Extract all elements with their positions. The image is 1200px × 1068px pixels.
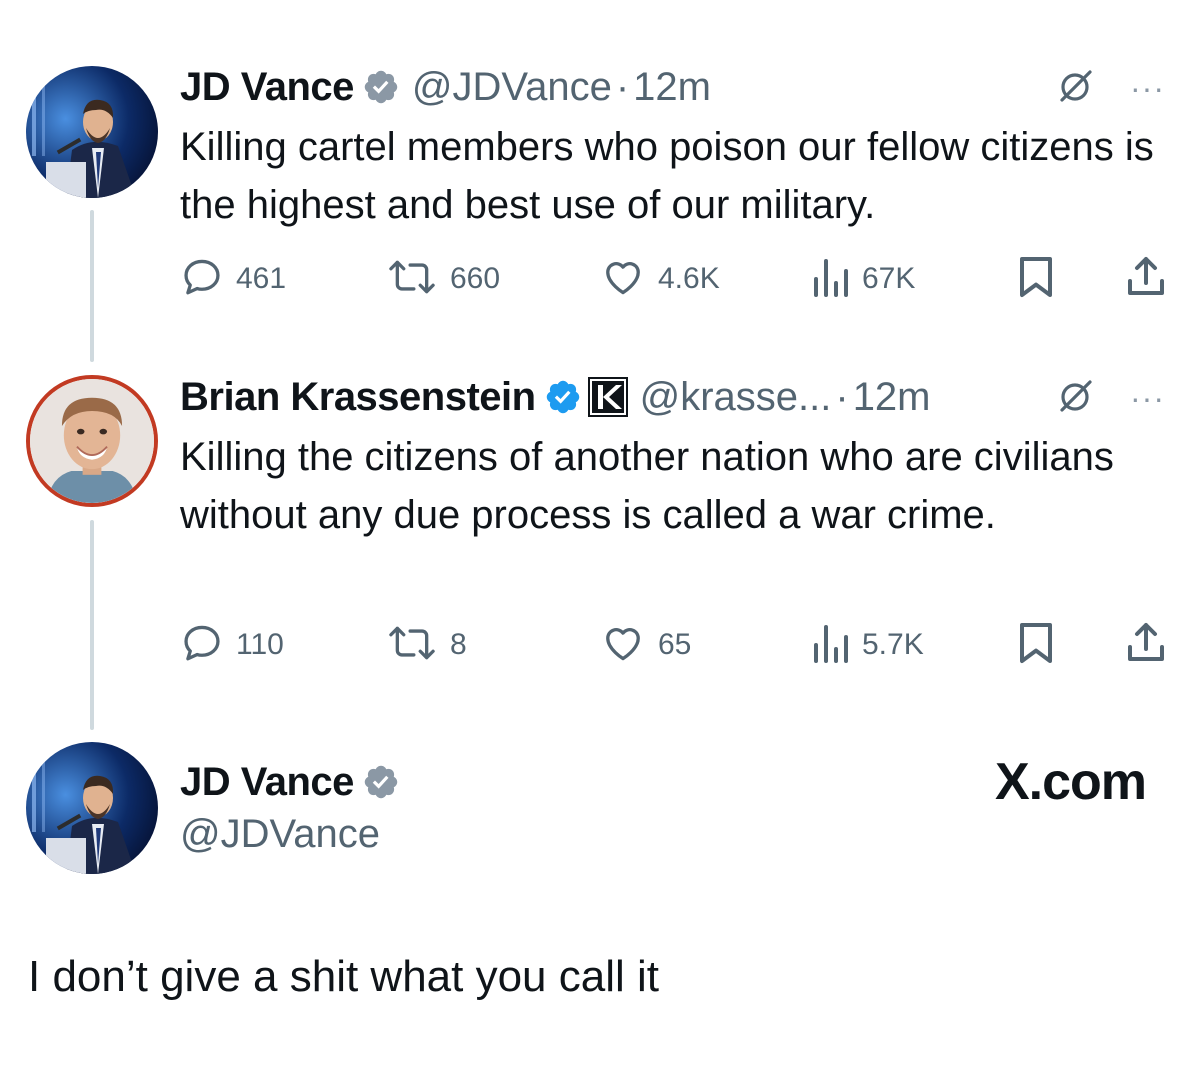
tweet-header: Brian Krassenstein @krasse... · 12m xyxy=(180,372,931,422)
views-count: 67K xyxy=(862,262,916,295)
like-button[interactable]: 65 xyxy=(600,620,691,670)
tweet-header: JD Vance @JDVance · 12m xyxy=(180,62,711,112)
verified-badge-icon xyxy=(362,68,400,106)
reply-button[interactable]: 110 xyxy=(180,620,284,670)
like-icon xyxy=(600,255,646,304)
reply-count: 110 xyxy=(236,628,284,661)
share-icon xyxy=(1124,621,1168,670)
reply-button[interactable]: 461 xyxy=(180,254,286,304)
bookmark-icon xyxy=(1016,621,1056,670)
views-icon xyxy=(810,255,850,304)
k-affiliate-icon[interactable] xyxy=(587,377,628,417)
repost-icon xyxy=(386,255,438,304)
avatar-jd-vance[interactable] xyxy=(26,66,158,198)
avatar-brian-krassenstein[interactable] xyxy=(26,375,158,507)
tweet-actions: 110 8 65 5.7K xyxy=(180,620,1170,670)
bookmark-button[interactable] xyxy=(1016,620,1056,670)
repost-button[interactable]: 660 xyxy=(386,254,500,304)
avatar-jd-vance[interactable] xyxy=(26,742,158,874)
views-button[interactable]: 67K xyxy=(810,254,915,304)
thread-line xyxy=(90,210,94,362)
separator-dot: · xyxy=(615,64,630,109)
author-handle[interactable]: @krasse... xyxy=(640,375,832,420)
x-com-logo: X.com xyxy=(994,753,1147,811)
repost-count: 660 xyxy=(450,262,501,295)
author-name[interactable]: Brian Krassenstein xyxy=(180,375,536,420)
tweet-text: Killing cartel members who poison our fe… xyxy=(180,125,1154,227)
repost-count: 8 xyxy=(450,628,467,661)
tweet-actions: 461 660 4.6K 67K xyxy=(180,254,1170,304)
separator-dot: · xyxy=(835,374,849,419)
like-count: 65 xyxy=(658,628,692,661)
more-icon[interactable]: ··· xyxy=(1130,72,1165,104)
reply-icon xyxy=(180,255,224,304)
bookmark-button[interactable] xyxy=(1016,254,1056,304)
like-count: 4.6K xyxy=(658,262,720,295)
verified-badge-icon xyxy=(362,763,400,801)
more-icon[interactable]: ··· xyxy=(1130,382,1165,414)
like-button[interactable]: 4.6K xyxy=(600,254,720,304)
author-name[interactable]: JD Vance xyxy=(180,65,354,110)
tweet-header-actions: ··· xyxy=(1056,376,1165,420)
views-button[interactable]: 5.7K xyxy=(810,620,924,670)
share-button[interactable] xyxy=(1124,254,1168,304)
repost-icon xyxy=(386,621,438,670)
thread-line xyxy=(90,520,94,730)
bookmark-icon xyxy=(1016,255,1056,304)
tweet-header-actions: ··· xyxy=(1056,66,1165,110)
reply-icon xyxy=(180,621,224,670)
views-icon xyxy=(810,621,850,670)
like-icon xyxy=(600,621,646,670)
verified-badge-icon xyxy=(544,378,582,416)
grok-icon[interactable] xyxy=(1056,376,1096,421)
author-handle[interactable]: @JDVance xyxy=(412,65,612,110)
timestamp[interactable]: 12m xyxy=(633,65,711,110)
reply-count: 461 xyxy=(236,262,287,295)
views-count: 5.7K xyxy=(862,628,924,661)
tweet-text: Killing the citizens of another nation w… xyxy=(180,435,1114,537)
timestamp[interactable]: 12m xyxy=(853,375,931,420)
repost-button[interactable]: 8 xyxy=(386,620,467,670)
author-name[interactable]: JD Vance xyxy=(180,760,354,805)
grok-icon[interactable] xyxy=(1056,66,1096,111)
author-handle[interactable]: @JDVance xyxy=(180,812,380,857)
reply-card-header: JD Vance xyxy=(180,756,400,808)
share-icon xyxy=(1124,255,1168,304)
share-button[interactable] xyxy=(1124,620,1168,670)
reply-text: I don’t give a shit what you call it xyxy=(28,952,659,1001)
